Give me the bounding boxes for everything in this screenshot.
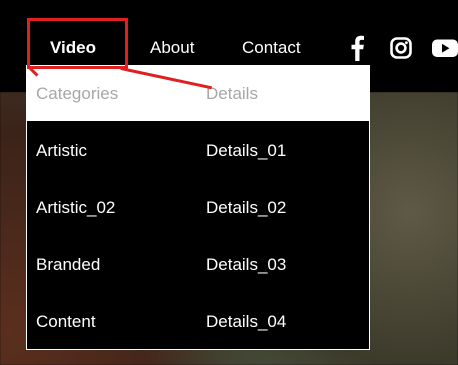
category-label[interactable]: Artistic <box>36 139 87 163</box>
youtube-icon[interactable] <box>431 35 458 61</box>
nav-video[interactable]: Video <box>50 36 96 60</box>
category-label[interactable]: Content <box>36 310 96 334</box>
nav-contact[interactable]: Contact <box>242 36 301 60</box>
facebook-icon[interactable] <box>348 35 366 61</box>
details-label[interactable]: Details_03 <box>206 253 286 277</box>
dropdown-row-branded[interactable]: Branded Details_03 <box>27 237 369 294</box>
details-label[interactable]: Details_01 <box>206 139 286 163</box>
dropdown-row-content[interactable]: Content Details_04 <box>27 294 369 351</box>
video-dropdown-menu: Categories Details Artistic Details_01 A… <box>26 65 370 350</box>
category-label[interactable]: Artistic_02 <box>36 196 115 220</box>
nav-about[interactable]: About <box>150 36 194 60</box>
details-label[interactable]: Details_02 <box>206 196 286 220</box>
dropdown-header: Categories Details <box>27 66 369 121</box>
header-categories: Categories <box>36 84 119 103</box>
details-label[interactable]: Details_04 <box>206 310 286 334</box>
instagram-icon[interactable] <box>390 35 412 61</box>
header-details: Details <box>206 84 258 103</box>
category-label[interactable]: Branded <box>36 253 100 277</box>
dropdown-row-artistic[interactable]: Artistic Details_01 <box>27 123 369 180</box>
dropdown-row-artistic-02[interactable]: Artistic_02 Details_02 <box>27 180 369 237</box>
